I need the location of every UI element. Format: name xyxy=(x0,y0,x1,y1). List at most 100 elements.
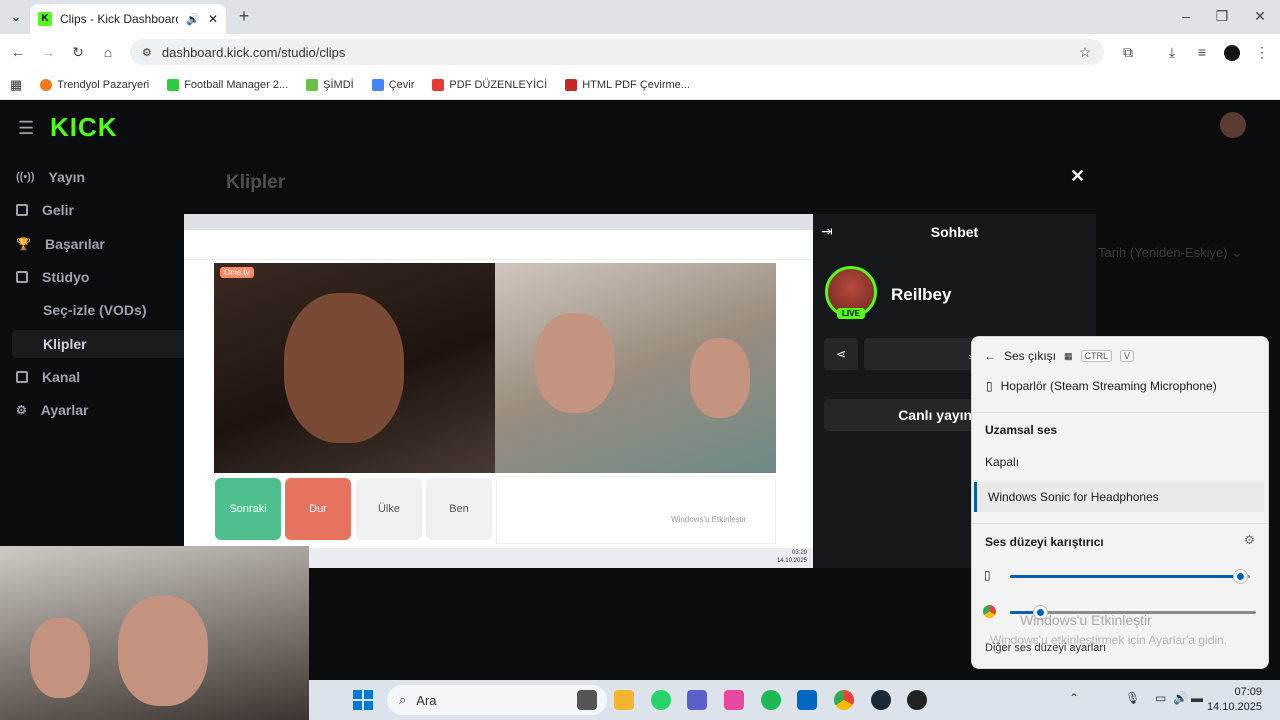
microphone-icon[interactable]: 🎙 xyxy=(1125,691,1140,705)
nav-item-vods[interactable]: Seç-izle (VODs) xyxy=(43,302,146,318)
reload-icon[interactable]: ↻ xyxy=(68,42,88,62)
obs-icon[interactable] xyxy=(907,690,927,710)
new-tab-button[interactable]: + xyxy=(234,6,254,26)
close-window-icon[interactable]: ✕ xyxy=(1250,6,1270,26)
hamburger-menu-icon[interactable]: ☰ xyxy=(18,118,34,139)
bookmark-label: PDF DÜZENLEYİCİ xyxy=(449,78,548,91)
go-live-button[interactable]: Canlı yayını xyxy=(824,399,984,431)
nav-item-kanal[interactable]: Kanal xyxy=(16,369,80,385)
bookmark-item[interactable]: Çevir xyxy=(371,78,414,91)
slider-fill xyxy=(1010,575,1241,578)
kick-logo[interactable]: KICK xyxy=(50,112,118,143)
browser-tab[interactable]: K Clips - Kick Dashboard 🔊 ✕ xyxy=(30,4,226,34)
nav-label: Klipler xyxy=(43,336,87,352)
bookmark-label: ŞİMDİ xyxy=(323,78,354,91)
video-chat-area: Windows'u Etkinleştir xyxy=(496,476,776,544)
whatsapp-icon[interactable] xyxy=(651,690,671,710)
streamer-username[interactable]: Reilbey xyxy=(891,285,951,305)
speaker-icon[interactable]: 🔊 xyxy=(186,13,200,26)
url-input[interactable]: ⚙ dashboard.kick.com/studio/clips xyxy=(130,39,1104,65)
network-icon[interactable]: ▭ xyxy=(1155,691,1166,705)
spatial-sonic-option[interactable]: Windows Sonic for Headphones xyxy=(974,482,1264,512)
store-icon[interactable] xyxy=(797,690,817,710)
tab-title: Clips - Kick Dashboard xyxy=(60,12,179,26)
teams-icon[interactable] xyxy=(687,690,707,710)
video-camera-right xyxy=(495,263,776,473)
start-button-icon[interactable] xyxy=(353,690,373,710)
share-icon: ⋖ xyxy=(835,347,847,361)
steam-icon[interactable] xyxy=(871,690,891,710)
forward-icon[interactable]: → xyxy=(38,42,58,62)
tab-list-icon[interactable]: ⌄ xyxy=(6,6,26,26)
video-watermark: Windows'u Etkinleştir xyxy=(671,515,747,524)
bookmark-item[interactable]: HTML PDF Çevirme... xyxy=(565,78,690,91)
task-view-icon[interactable] xyxy=(577,690,597,710)
taskbar-clock[interactable]: 07:09 14.10.2025 xyxy=(1207,685,1262,715)
bookmark-item[interactable]: PDF DÜZENLEYİCİ xyxy=(432,78,548,91)
nav-item-basarilar[interactable]: 🏆 Başarılar xyxy=(16,236,105,252)
bookmark-star-icon[interactable]: ☆ xyxy=(1075,42,1095,62)
video-taskbar: 03:29 14.10.2025 xyxy=(309,548,813,568)
site-info-icon[interactable]: ⚙ xyxy=(142,46,152,59)
nav-item-ayarlar[interactable]: ⚙ Ayarlar xyxy=(16,402,89,418)
spatial-off-option[interactable]: Kapalı xyxy=(985,455,1019,469)
taskbar-search[interactable]: ⌕ Ara xyxy=(387,685,607,715)
close-tab-icon[interactable]: ✕ xyxy=(208,12,218,26)
media-control-icon[interactable]: ≡ xyxy=(1192,42,1212,62)
download-icon[interactable]: ⤓ xyxy=(1162,42,1182,62)
back-arrow-icon[interactable]: ← xyxy=(984,349,996,363)
spotify-icon[interactable] xyxy=(761,690,781,710)
back-icon[interactable]: ← xyxy=(8,42,28,62)
minimize-icon[interactable]: – xyxy=(1176,6,1196,26)
share-button[interactable]: ⋖ xyxy=(824,338,858,370)
slider-thumb[interactable] xyxy=(1234,570,1248,583)
tray-overflow-icon[interactable]: ⌃ xyxy=(1069,691,1079,705)
user-avatar[interactable] xyxy=(1220,112,1246,138)
broadcast-icon: ((•)) xyxy=(16,171,35,183)
system-volume-slider[interactable] xyxy=(1010,570,1250,583)
close-modal-icon[interactable]: ✕ xyxy=(1070,166,1085,187)
volume-icon[interactable]: 🔊 xyxy=(1173,691,1188,705)
download-button[interactable]: ⤓ xyxy=(864,338,984,370)
output-device-item[interactable]: ▯ Hoparlör (Steam Streaming Microphone) xyxy=(986,379,1217,393)
nav-label: Başarılar xyxy=(44,236,105,252)
file-explorer-icon[interactable] xyxy=(614,690,634,710)
speaker-device-icon: ▯ xyxy=(986,379,993,393)
studio-icon xyxy=(16,271,28,283)
home-icon[interactable]: ⌂ xyxy=(98,42,118,62)
webcam-face xyxy=(30,618,90,698)
mixer-settings-icon[interactable]: ⚙ xyxy=(1244,533,1255,547)
battery-icon[interactable]: ▬ xyxy=(1191,691,1203,705)
extensions-icon[interactable]: ⧉ xyxy=(1118,42,1138,62)
video-stop-button: Dur xyxy=(285,478,351,540)
kbd-v: V xyxy=(1120,350,1135,362)
profile-avatar[interactable] xyxy=(1222,42,1242,62)
nav-item-studyo[interactable]: Stüdyo xyxy=(16,269,89,285)
copilot-icon[interactable] xyxy=(724,690,744,710)
bookmark-item[interactable]: Trendyol Pazaryeri xyxy=(40,78,150,91)
bookmark-item[interactable]: ŞİMDİ xyxy=(306,78,354,91)
activation-watermark-subtitle: Windows'u etkinleştirmek için Ayarlar'a … xyxy=(990,633,1228,647)
nav-item-gelir[interactable]: Gelir xyxy=(16,202,74,218)
apps-grid-icon[interactable]: ▦ xyxy=(10,77,22,93)
windows-taskbar: ⌕ Ara ⌃ 🎙 ▭ 🔊 ▬ 07:09 14.10.2025 xyxy=(309,680,1280,720)
nav-item-yayin[interactable]: ((•)) Yayın xyxy=(16,169,85,185)
clip-video-player[interactable]: Ome.tv Sonraki Dur Ülke Ben Windows'u Et… xyxy=(184,214,813,568)
menu-kebab-icon[interactable]: ⋮ xyxy=(1252,42,1272,62)
search-icon: ⌕ xyxy=(399,692,407,707)
webcam-overlay xyxy=(0,546,309,720)
bookmark-item[interactable]: Football Manager 2... xyxy=(167,78,288,91)
trendyol-icon xyxy=(40,78,53,91)
chrome-taskbar-icon[interactable] xyxy=(834,690,854,710)
bookmark-label: Trendyol Pazaryeri xyxy=(57,78,150,91)
nav-item-klipler[interactable]: Klipler xyxy=(43,336,87,352)
address-bar-row: ← → ↻ ⌂ ⚙ dashboard.kick.com/studio/clip… xyxy=(0,34,1280,70)
page-title: Klipler xyxy=(226,172,286,193)
video-camera-left: Ome.tv xyxy=(214,263,495,473)
sort-dropdown[interactable]: Tarih (Yeniden-Eskiye) ⌄ xyxy=(1098,245,1242,261)
system-speaker-icon: ▯ xyxy=(984,568,991,582)
nav-label: Ayarlar xyxy=(40,402,89,418)
bookmark-label: HTML PDF Çevirme... xyxy=(582,78,690,91)
maximize-icon[interactable]: ❐ xyxy=(1212,6,1232,26)
chrome-app-icon xyxy=(983,605,996,618)
